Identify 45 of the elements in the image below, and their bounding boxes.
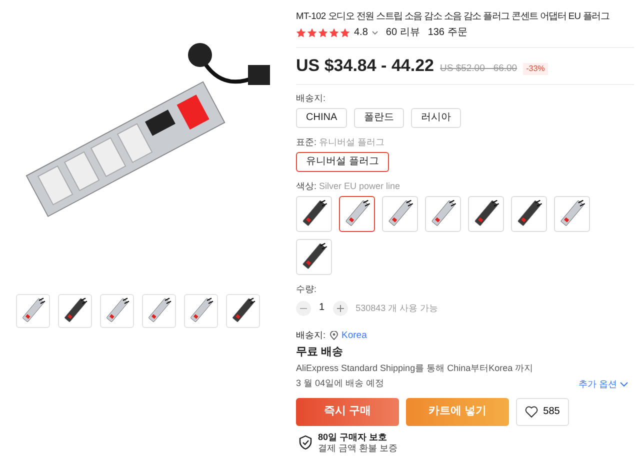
color-label: 색상: Silver EU power line — [296, 180, 402, 192]
ship-from-option[interactable]: CHINA — [296, 108, 348, 128]
shipping-detail: AliExpress Standard Shipping를 통해 China부터Korea 까지 — [296, 363, 534, 374]
thumbnail[interactable] — [184, 294, 218, 328]
ship-from-option[interactable]: 폴란드 — [354, 108, 404, 128]
thumbnail[interactable] — [16, 294, 50, 328]
review-count[interactable]: 60 리뷰 — [386, 27, 420, 39]
stock-available: 530843 개 사용 가능 — [356, 302, 438, 314]
product-title: MT-102 오디오 전원 스트립 소음 감소 소음 감소 플러그 콘센트 어댑터 EU 플러그 — [296, 10, 610, 23]
star-icon — [296, 28, 306, 38]
plus-button[interactable] — [332, 300, 348, 316]
location-pin-icon — [330, 330, 338, 340]
ship-from-label: 배송지: — [296, 93, 327, 104]
protection-subtitle: 결제 금액 환불 보증 — [318, 442, 398, 454]
color-swatch[interactable] — [339, 196, 375, 232]
chevron-down-icon — [620, 382, 628, 387]
star-icon — [318, 28, 328, 38]
price-original: US $52.00 - 66.00 — [440, 63, 518, 74]
standard-label: 표준: 유니버설 플러그 — [296, 137, 386, 148]
deliver-to-label: 배송지: — [296, 330, 326, 341]
protection-title: 80일 구매자 보호 — [318, 432, 388, 443]
shield-check-icon — [299, 435, 312, 450]
chevron-down-icon[interactable] — [372, 31, 378, 35]
country-link[interactable]: Korea — [342, 330, 367, 341]
standard-option[interactable]: 유니버설 플러그 — [296, 152, 389, 172]
thumbnail[interactable] — [142, 294, 176, 328]
shipping-title: 무료 배송 — [296, 346, 344, 360]
star-icon — [329, 28, 339, 38]
thumbnail[interactable] — [226, 294, 260, 328]
more-options-link[interactable]: 추가 옵션 — [578, 378, 628, 391]
ship-from-option[interactable]: 러시아 — [411, 108, 462, 128]
wishlist-button[interactable]: 585 — [516, 398, 569, 426]
delivery-date: 3 월 04일에 배송 예정 — [296, 378, 384, 390]
star-icon — [340, 28, 350, 38]
plus-icon — [336, 304, 344, 312]
discount-badge: -33% — [523, 63, 548, 75]
thumbnail[interactable] — [58, 294, 92, 328]
order-count: 136 주문 — [428, 27, 468, 39]
price-current: US $34.84 - 44.22 — [296, 56, 434, 76]
star-icon — [307, 28, 317, 38]
thumbnail[interactable] — [100, 294, 134, 328]
rating-score: 4.8 — [354, 27, 368, 39]
quantity-value: 1 — [319, 302, 325, 314]
quantity-label: 수량: — [296, 284, 318, 295]
heart-icon — [525, 406, 538, 418]
